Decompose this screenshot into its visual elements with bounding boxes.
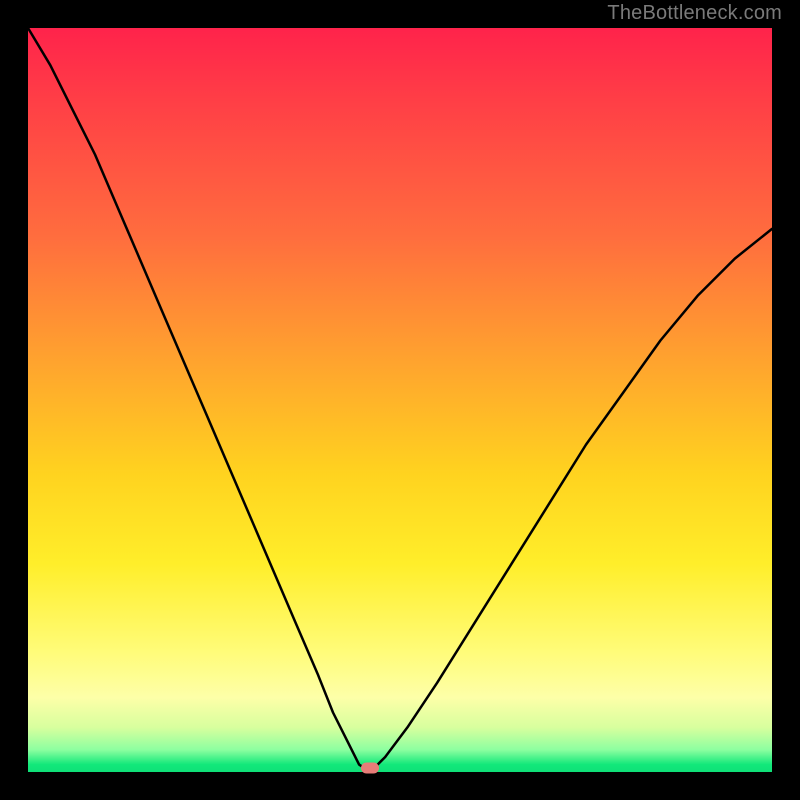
bottleneck-curve xyxy=(28,28,772,772)
plot-area xyxy=(28,28,772,772)
minimum-marker xyxy=(361,763,379,774)
chart-container: TheBottleneck.com xyxy=(0,0,800,800)
watermark-text: TheBottleneck.com xyxy=(607,2,782,25)
